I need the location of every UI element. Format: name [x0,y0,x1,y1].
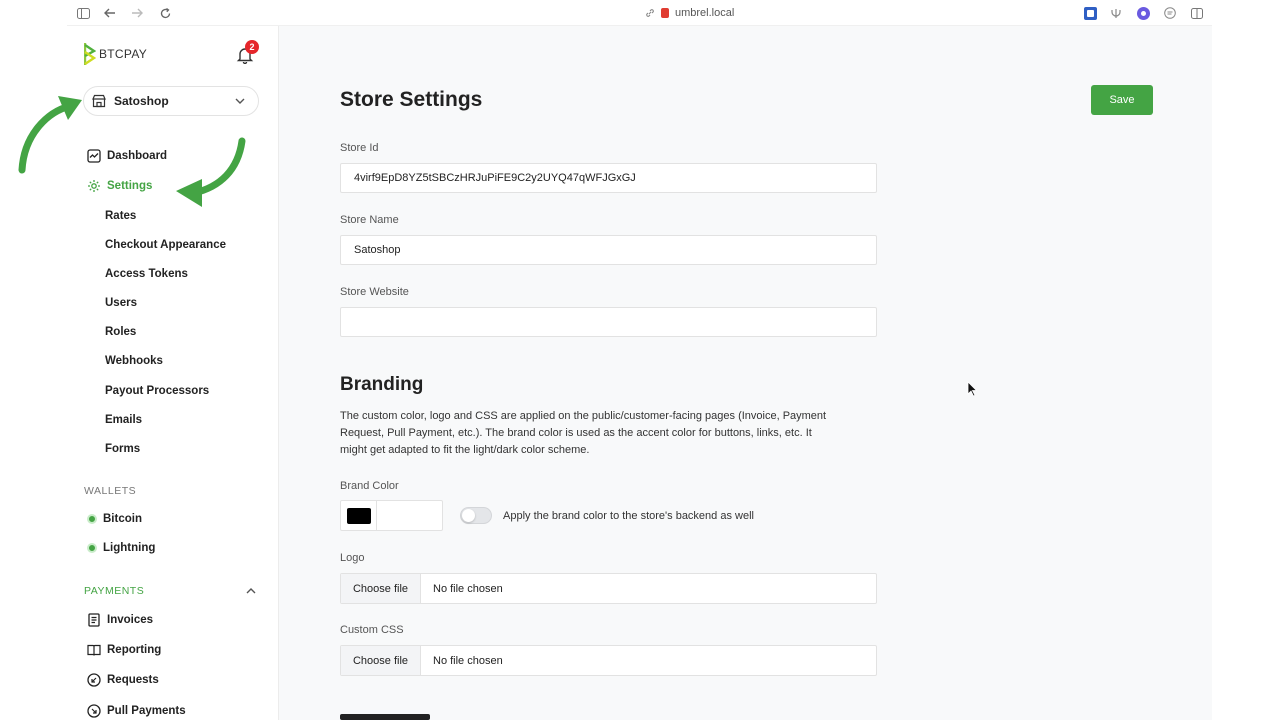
annotation-arrow-store-icon [18,96,82,174]
settings-item-roles[interactable]: Roles [105,326,136,338]
nav-requests-label: Requests [107,674,159,686]
chevron-down-icon [235,98,245,104]
settings-item-emails[interactable]: Emails [105,414,142,426]
wallet-bitcoin[interactable]: Bitcoin [87,513,142,525]
next-section-heading-cut [340,710,430,720]
nav-settings[interactable]: Settings [87,179,152,193]
store-name-label: Store Name [340,214,399,226]
sidebar: BTCPAY 2 Satoshop Dashboard Settings Rat… [67,26,279,720]
logo-label: Logo [340,552,365,564]
store-id-field[interactable]: 4virf9EpD8YZ5tSBCzHRJuPiFE9C2y2UYQ47qWFJ… [340,163,877,193]
settings-item-access-tokens[interactable]: Access Tokens [105,268,188,280]
save-button[interactable]: Save [1091,85,1153,115]
requests-icon [87,673,101,687]
nav-pull-payments[interactable]: Pull Payments [87,704,186,718]
reload-icon[interactable] [157,5,173,21]
main-content: Store Settings Save Store Id 4virf9EpD8Y… [279,26,1212,720]
settings-item-webhooks[interactable]: Webhooks [105,355,163,367]
nav-settings-label: Settings [107,180,153,192]
wallet-status-dot [87,514,97,524]
branding-description: The custom color, logo and CSS are appli… [340,410,827,456]
nav-reporting[interactable]: Reporting [87,643,161,657]
settings-item-payout-processors[interactable]: Payout Processors [105,385,209,397]
color-divider [376,501,377,530]
lock-icon [661,8,669,18]
btcpay-logo-icon [84,43,96,65]
css-file-status: No file chosen [433,654,503,667]
split-view-icon[interactable] [1189,5,1205,21]
nav-reporting-label: Reporting [107,644,162,656]
app-window: BTCPAY 2 Satoshop Dashboard Settings Rat… [67,26,1212,720]
extension-menu-icon[interactable] [1162,5,1178,21]
settings-item-forms[interactable]: Forms [105,443,140,455]
logo-choose-file-button[interactable]: Choose file [341,574,421,603]
extension-blue-icon[interactable] [1082,5,1098,21]
reporting-icon [87,644,101,656]
store-website-label: Store Website [340,286,409,298]
link-icon [646,9,654,17]
brand-color-picker[interactable] [340,500,443,531]
chevron-up-icon[interactable] [245,585,257,597]
wallet-lightning[interactable]: Lightning [87,542,155,554]
forward-icon[interactable] [129,5,145,21]
settings-item-checkout-appearance[interactable]: Checkout Appearance [105,239,226,251]
nav-pull-payments-label: Pull Payments [107,705,186,717]
logo-text: BTCPAY [99,47,148,61]
toggle-knob [462,509,475,522]
browser-toolbar: umbrel.local [67,0,1212,26]
custom-css-file-input[interactable]: Choose file No file chosen [340,645,877,676]
btcpay-logo[interactable]: BTCPAY [84,42,147,66]
brand-color-label: Brand Color [340,480,399,492]
pull-payments-icon [87,704,101,718]
nav-requests[interactable]: Requests [87,673,159,687]
sidebar-toggle-icon[interactable] [75,5,91,21]
wallet-lightning-label: Lightning [103,542,156,554]
url-text: umbrel.local [675,7,735,19]
brand-backend-toggle[interactable] [460,507,492,524]
store-website-field[interactable] [340,307,877,337]
wallets-section-label: WALLETS [84,485,137,497]
brand-color-swatch[interactable] [347,508,371,524]
nav-dashboard[interactable]: Dashboard [87,149,167,163]
brand-backend-toggle-label: Apply the brand color to the store's bac… [503,510,754,522]
extension-trident-icon[interactable] [1108,5,1124,21]
store-selector[interactable]: Satoshop [83,86,259,116]
settings-item-rates[interactable]: Rates [105,210,136,222]
logo-file-status: No file chosen [433,582,503,595]
nav-invoices[interactable]: Invoices [87,613,153,627]
annotation-arrow-settings-icon [176,137,246,207]
notification-badge: 2 [245,40,259,54]
custom-css-label: Custom CSS [340,624,404,636]
extension-purple-icon[interactable] [1135,5,1151,21]
back-icon[interactable] [102,5,118,21]
nav-dashboard-label: Dashboard [107,150,168,162]
settings-item-users[interactable]: Users [105,297,137,309]
store-id-label: Store Id [340,142,379,154]
nav-invoices-label: Invoices [107,614,154,626]
logo-file-input[interactable]: Choose file No file chosen [340,573,877,604]
page-title: Store Settings [340,88,483,111]
css-choose-file-button[interactable]: Choose file [341,646,421,675]
store-icon [92,94,106,108]
store-name: Satoshop [114,94,169,108]
invoice-icon [88,613,100,627]
gear-icon [88,180,100,192]
mouse-cursor-icon [967,381,977,397]
payments-section-label[interactable]: PAYMENTS [84,585,144,597]
store-name-field[interactable]: Satoshop [340,235,877,265]
address-bar[interactable]: umbrel.local [645,4,734,22]
wallet-status-dot [87,543,97,553]
wallet-bitcoin-label: Bitcoin [103,513,142,525]
branding-heading: Branding [340,374,424,395]
